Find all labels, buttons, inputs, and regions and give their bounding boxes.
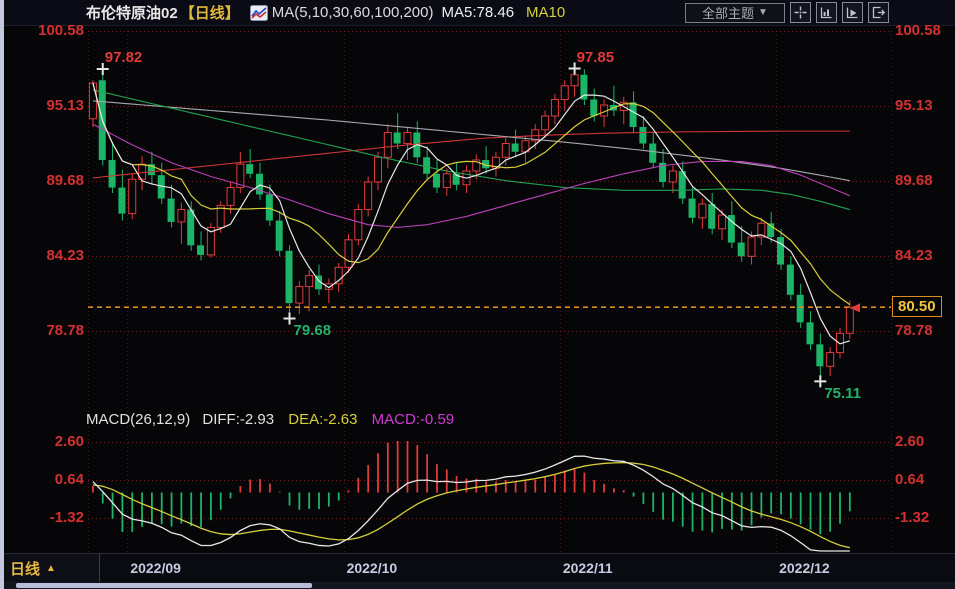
price-axis-label-right: 100.58 — [895, 23, 955, 39]
ma10-value-label: MA10 — [526, 4, 565, 21]
chart-header: 布伦特原油02 【日线】 MA(5,10,30,60,100,200) MA5:… — [4, 0, 955, 26]
macd-settings-label: MACD(26,12,9) — [86, 411, 190, 428]
x-axis-date: 2022/12 — [779, 560, 830, 576]
ma5-value-label: MA5:78.46 — [441, 4, 514, 21]
macd-indicator-header: MACD(26,12,9) DIFF:-2.93 DEA:-2.63 MACD:… — [86, 411, 454, 428]
price-axis-label-right: 89.68 — [895, 173, 955, 189]
macd-axis-label-left: 2.60 — [0, 434, 84, 450]
price-annotation: 79.68 — [294, 323, 332, 338]
x-axis-date: 2022/09 — [130, 560, 181, 576]
price-axis-label-right: 84.23 — [895, 248, 955, 264]
current-price-tag: 80.50 — [892, 296, 942, 317]
price-axis-label-left: 89.68 — [0, 173, 84, 189]
macd-axis-label-right: 2.60 — [895, 434, 955, 450]
ma-settings-label: MA(5,10,30,60,100,200) — [272, 4, 434, 21]
line-chart-icon — [250, 5, 268, 21]
macd-value-label: MACD:-0.59 — [372, 411, 455, 428]
horizontal-scrollbar[interactable] — [4, 582, 955, 589]
price-annotation: 75.11 — [824, 386, 861, 401]
period-selector-label: 日线 — [10, 558, 40, 579]
exit-view-button[interactable] — [868, 2, 889, 23]
period-selector-arrow-icon: ▲ — [46, 563, 56, 574]
theme-dropdown[interactable]: 全部主题 ▼ — [685, 3, 785, 23]
play-forward-icon — [846, 6, 859, 19]
play-forward-button[interactable] — [842, 2, 863, 23]
price-axis-label-left: 95.13 — [0, 98, 84, 114]
dropdown-arrow-icon: ▼ — [758, 7, 768, 18]
macd-axis-label-right: 0.64 — [895, 472, 955, 488]
x-axis-date: 2022/10 — [347, 560, 398, 576]
crosshair-icon — [794, 6, 807, 19]
compress-chart-icon — [820, 6, 833, 19]
instrument-title: 布伦特原油02 — [86, 2, 178, 23]
price-annotation: 97.85 — [577, 50, 615, 65]
chart-canvas[interactable] — [0, 26, 955, 555]
crosshair-button[interactable] — [790, 2, 811, 23]
price-axis-label-left: 84.23 — [0, 248, 84, 264]
x-axis-date: 2022/11 — [563, 560, 613, 576]
price-axis-label-left: 78.78 — [0, 323, 84, 339]
dea-value-label: DEA:-2.63 — [288, 411, 357, 428]
header-toolbar: 全部主题 ▼ — [685, 2, 889, 23]
chart-window: 布伦特原油02 【日线】 MA(5,10,30,60,100,200) MA5:… — [0, 0, 955, 589]
exit-view-icon — [872, 6, 885, 19]
period-tag: 【日线】 — [180, 2, 240, 23]
compress-chart-button[interactable] — [816, 2, 837, 23]
period-selector[interactable]: 日线 ▲ — [4, 554, 100, 582]
macd-axis-label-left: 0.64 — [0, 472, 84, 488]
price-axis-label-right: 78.78 — [895, 323, 955, 339]
price-axis-label-left: 100.58 — [0, 23, 84, 39]
macd-axis-label-left: -1.32 — [0, 510, 84, 526]
theme-dropdown-label: 全部主题 — [702, 3, 754, 22]
price-axis-label-right: 95.13 — [895, 98, 955, 114]
diff-value-label: DIFF:-2.93 — [202, 411, 274, 428]
price-annotation: 97.82 — [105, 50, 143, 65]
time-axis-bar: 日线 ▲ 2022/09 2022/10 2022/11 2022/12 — [4, 553, 955, 583]
macd-axis-label-right: -1.32 — [895, 510, 955, 526]
scrollbar-thumb[interactable] — [16, 583, 312, 588]
